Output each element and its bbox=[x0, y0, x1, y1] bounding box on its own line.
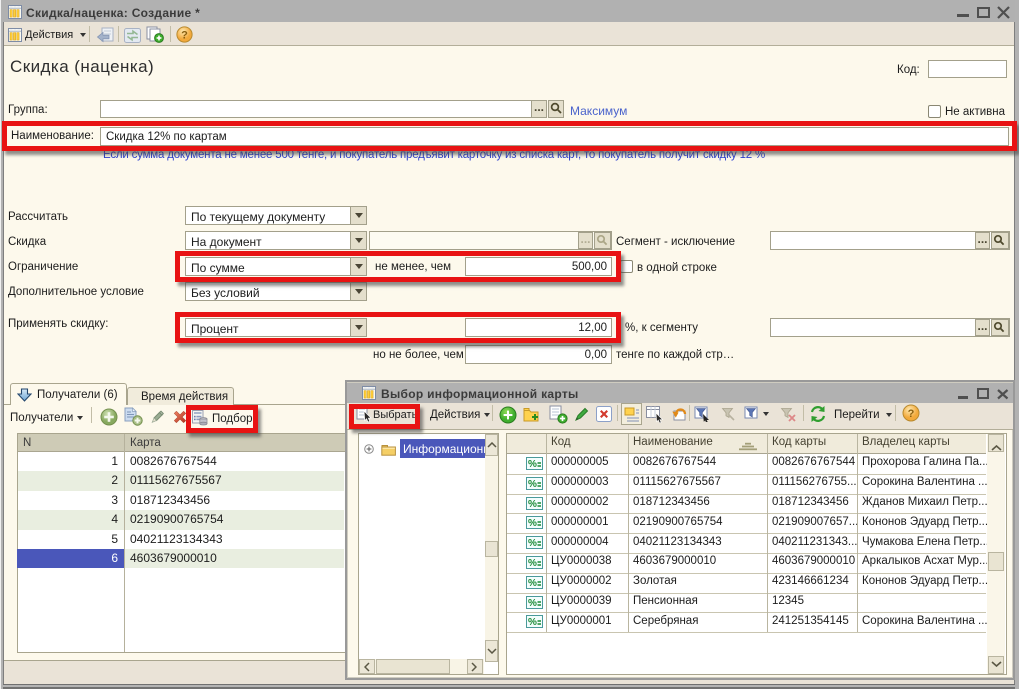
svg-text:?: ? bbox=[181, 30, 188, 42]
svg-text:%: % bbox=[528, 558, 537, 569]
svg-text:%: % bbox=[528, 499, 537, 510]
svg-text:%: % bbox=[528, 479, 537, 490]
svg-text:%: % bbox=[528, 518, 537, 529]
svg-text:%: % bbox=[528, 538, 537, 549]
svg-text:?: ? bbox=[908, 408, 915, 420]
svg-text:%: % bbox=[528, 617, 537, 628]
svg-text:%: % bbox=[528, 598, 537, 609]
svg-text:%: % bbox=[528, 578, 537, 589]
svg-text:%: % bbox=[528, 459, 537, 470]
